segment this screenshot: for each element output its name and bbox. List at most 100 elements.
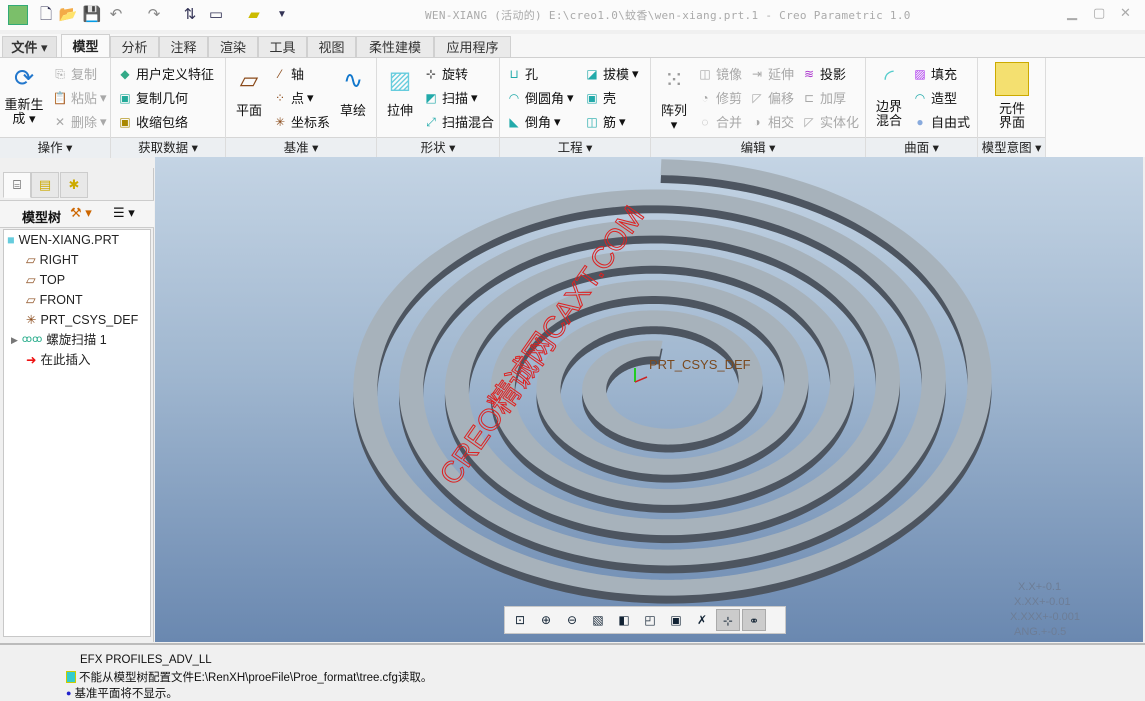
group-label-get-data[interactable]: 获取数据 ▾ <box>111 137 225 158</box>
group-label-operations[interactable]: 操作 ▾ <box>0 137 110 158</box>
csys-icon: ✳ <box>26 313 37 327</box>
customize-toolbar-icon[interactable]: ▼ <box>272 5 292 25</box>
tab-tools[interactable]: 工具 <box>258 36 307 57</box>
zoom-in-icon[interactable]: ⊕ <box>534 609 558 631</box>
tab-file[interactable]: 文件 ▾ <box>2 36 57 57</box>
tab-flexible-modeling[interactable]: 柔性建模 <box>356 36 434 57</box>
shell-button[interactable]: ▣ 壳 <box>584 88 616 107</box>
annotation-display-icon[interactable]: ⚭ <box>742 609 766 631</box>
tree-item-part[interactable]: ■ WEN-XIANG.PRT <box>7 230 119 250</box>
axis-button[interactable]: ⁄ 轴 <box>272 64 304 83</box>
spin-center-icon[interactable]: ⊹ <box>716 609 740 631</box>
copy-geometry-icon: ▣ <box>119 90 131 105</box>
sketch-button[interactable]: ∿ 草绘 <box>334 64 372 118</box>
expand-arrow-icon[interactable]: ▶ <box>11 330 18 350</box>
regenerate-icon[interactable]: ⇅ <box>180 5 200 25</box>
mirror-button[interactable]: ◫ 镜像 <box>697 64 742 83</box>
udf-icon: ◆ <box>120 66 130 81</box>
tree-settings-icon[interactable]: ⚒ ▾ <box>70 205 92 221</box>
swept-blend-button[interactable]: ⤢ 扫描混合 <box>423 112 494 131</box>
group-label-surfaces[interactable]: 曲面 ▾ <box>866 137 977 158</box>
close-window-icon[interactable]: ▰ <box>244 5 264 25</box>
save-icon[interactable]: 💾 <box>82 5 102 25</box>
refit-icon[interactable]: ⊡ <box>508 609 532 631</box>
tab-model[interactable]: 模型 <box>61 34 110 57</box>
datum-display-icon[interactable]: ✗ <box>690 609 714 631</box>
offset-button[interactable]: ◸ 偏移 <box>749 88 794 107</box>
chamfer-button[interactable]: ◣ 倒角 ▾ <box>506 112 560 131</box>
fill-button[interactable]: ▨ 填充 <box>912 64 957 83</box>
redo-icon[interactable]: ↷ <box>144 5 164 25</box>
tree-item-helical-sweep[interactable]: ▶ ꝏꝏ 螺旋扫描 1 <box>11 330 107 350</box>
folder-browser-tab-icon[interactable]: ▤ <box>31 172 59 198</box>
tree-item-csys[interactable]: ✳ PRT_CSYS_DEF <box>26 310 138 330</box>
round-button[interactable]: ◠ 倒圆角 ▾ <box>506 88 574 107</box>
sweep-button[interactable]: ◩ 扫描 ▾ <box>423 88 477 107</box>
maximize-button[interactable]: ▢ <box>1093 5 1105 21</box>
merge-button[interactable]: ◌ 合并 <box>697 112 742 131</box>
view-manager-icon[interactable]: ▣ <box>664 609 688 631</box>
tab-render[interactable]: 渲染 <box>208 36 258 57</box>
rib-button[interactable]: ◫ 筋 ▾ <box>584 112 625 131</box>
copy-button[interactable]: ⎘ 复制 <box>52 64 97 83</box>
csys-button[interactable]: ✳ 坐标系 <box>272 112 330 131</box>
windows-icon[interactable]: ▭ <box>206 5 226 25</box>
group-label-model-intent[interactable]: 模型意图 ▾ <box>978 137 1045 158</box>
tree-item-front[interactable]: ▱ FRONT <box>26 290 83 310</box>
regenerate-button[interactable]: ⟳ 重新生成 ▾ <box>4 62 44 126</box>
tree-filter-icon[interactable]: ☰ ▾ <box>113 205 135 221</box>
hole-button[interactable]: ⊔ 孔 <box>506 64 538 83</box>
model-tree-tab-icon[interactable]: ⌸ <box>3 172 31 198</box>
undo-icon[interactable]: ↶ <box>106 5 126 25</box>
trim-button[interactable]: ◔ 修剪 <box>697 88 742 107</box>
pattern-button[interactable]: ⁙ 阵列 ▾ <box>657 64 691 132</box>
plane-button[interactable]: ▱ 平面 <box>230 64 268 118</box>
group-label-datum[interactable]: 基准 ▾ <box>226 137 376 158</box>
saved-views-icon[interactable]: ◰ <box>638 609 662 631</box>
extrude-button[interactable]: ▨ 拉伸 <box>381 64 419 118</box>
component-interface-button[interactable]: 元件界面 <box>992 62 1032 130</box>
graphics-viewport[interactable]: PRT_CSYS_DEF CREO精诚网CAXT.COM <box>155 157 1143 642</box>
spiral-model[interactable]: PRT_CSYS_DEF CREO精诚网CAXT.COM <box>155 157 1143 642</box>
tab-analysis[interactable]: 分析 <box>110 36 159 57</box>
round-icon: ◠ <box>508 90 520 105</box>
revolve-button[interactable]: ⊹ 旋转 <box>423 64 468 83</box>
csys-marker: PRT_CSYS_DEF <box>634 357 751 383</box>
fill-icon: ▨ <box>914 66 926 81</box>
tab-annotate[interactable]: 注释 <box>159 36 208 57</box>
solidify-button[interactable]: ◸ 实体化 <box>801 112 859 131</box>
extend-button[interactable]: ⇥ 延伸 <box>749 64 794 83</box>
close-button[interactable]: ✕ <box>1120 5 1131 21</box>
project-button[interactable]: ≋ 投影 <box>801 64 846 83</box>
new-file-icon[interactable]: 🗋 <box>36 5 56 25</box>
tree-item-top[interactable]: ▱ TOP <box>26 270 65 290</box>
tab-applications[interactable]: 应用程序 <box>434 36 511 57</box>
repaint-icon[interactable]: ▧ <box>586 609 610 631</box>
group-label-editing[interactable]: 编辑 ▾ <box>651 137 865 158</box>
udf-button[interactable]: ◆ 用户定义特征 <box>117 64 214 83</box>
shrinkwrap-button[interactable]: ▣ 收缩包络 <box>117 112 188 131</box>
point-button[interactable]: ⁘ 点 ▾ <box>272 88 314 107</box>
style-button[interactable]: ◠ 造型 <box>912 88 957 107</box>
open-icon[interactable]: 📂 <box>58 5 78 25</box>
draft-button[interactable]: ◪ 拔模 ▾ <box>584 64 638 83</box>
freestyle-button[interactable]: ● 自由式 <box>912 112 970 131</box>
tolerance-1: X.X+-0.1 <box>1018 581 1062 593</box>
intersect-button[interactable]: ◑ 相交 <box>749 112 794 131</box>
tab-view[interactable]: 视图 <box>307 36 356 57</box>
thicken-button[interactable]: ⊏ 加厚 <box>801 88 846 107</box>
zoom-out-icon[interactable]: ⊖ <box>560 609 584 631</box>
group-label-shapes[interactable]: 形状 ▾ <box>377 137 499 158</box>
paste-icon: 📋 <box>52 90 68 105</box>
copy-geometry-button[interactable]: ▣ 复制几何 <box>117 88 188 107</box>
favorites-tab-icon[interactable]: ✱ <box>60 172 88 198</box>
helical-sweep-icon: ꝏꝏ <box>21 334 43 345</box>
group-label-engineering[interactable]: 工程 ▾ <box>500 137 650 158</box>
paste-button[interactable]: 📋 粘贴 ▾ <box>52 88 107 107</box>
minimize-button[interactable]: ▁ <box>1067 5 1077 21</box>
delete-button[interactable]: ✕ 删除 ▾ <box>52 112 107 131</box>
tree-item-insert-here[interactable]: ➜ 在此插入 <box>26 350 91 370</box>
display-style-icon[interactable]: ◧ <box>612 609 636 631</box>
boundary-blend-button[interactable]: ◜ 边界混合 <box>870 62 908 128</box>
tree-item-right[interactable]: ▱ RIGHT <box>26 250 79 270</box>
